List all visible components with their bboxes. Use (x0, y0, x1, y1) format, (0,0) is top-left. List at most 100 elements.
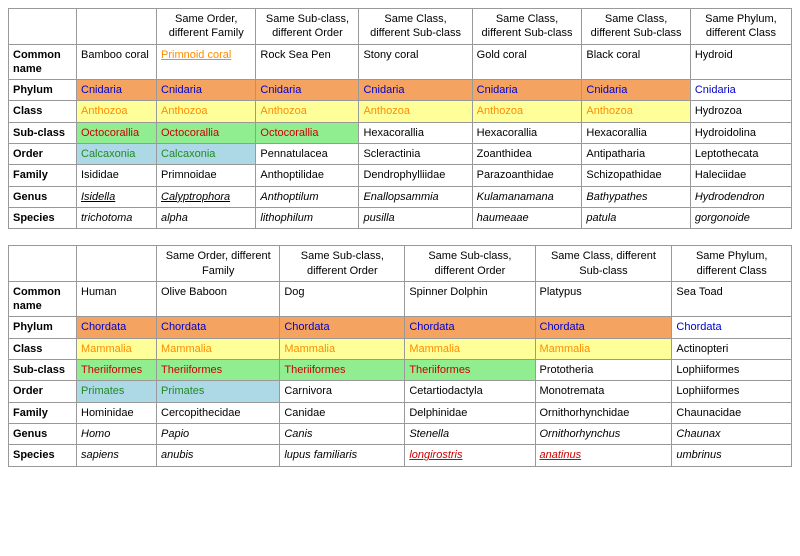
t1-common-4: Gold coral (472, 44, 582, 80)
t2-h5: Same Class, different Sub-class (535, 246, 672, 282)
t1-family-4: Parazoanthidae (472, 165, 582, 186)
t1-subclass-6: Hydroidolina (690, 122, 791, 143)
t2-label-genus: Genus (9, 423, 77, 444)
t2-order-3: Cetartiodactyla (405, 381, 535, 402)
t2-order-0: Primates (77, 381, 157, 402)
t1-subclass-1: Octocorallia (157, 122, 256, 143)
t1-phylum-0: Cnidaria (77, 80, 157, 101)
t2-family-5: Chaunacidae (672, 402, 792, 423)
t2-class-1: Mammalia (157, 338, 280, 359)
t2-family-1: Cercopithecidae (157, 402, 280, 423)
t2-class-5: Actinopteri (672, 338, 792, 359)
t1-phylum-3: Cnidaria (359, 80, 472, 101)
t2-species-3: longirostris (405, 445, 535, 466)
t1-class-4: Anthozoa (472, 101, 582, 122)
t1-family-3: Dendrophylliidae (359, 165, 472, 186)
t2-phylum-0: Chordata (77, 317, 157, 338)
t1-order-2: Pennatulacea (256, 144, 359, 165)
t1-common-0: Bamboo coral (77, 44, 157, 80)
t2-phylum-4: Chordata (535, 317, 672, 338)
t2-subclass-2: Theriiformes (280, 360, 405, 381)
table2-row-species: Species sapiens anubis lupus familiaris … (9, 445, 792, 466)
t1-common-5: Black coral (582, 44, 690, 80)
t1-h2: Same Order, different Family (157, 9, 256, 45)
t1-species-1: alpha (157, 207, 256, 228)
t1-label-phylum: Phylum (9, 80, 77, 101)
t2-common-4: Platypus (535, 281, 672, 317)
table1-header-row: Same Order, different Family Same Sub-cl… (9, 9, 792, 45)
t2-phylum-2: Chordata (280, 317, 405, 338)
t2-class-3: Mammalia (405, 338, 535, 359)
t2-subclass-1: Theriiformes (157, 360, 280, 381)
t2-phylum-3: Chordata (405, 317, 535, 338)
t1-phylum-6: Cnidaria (690, 80, 791, 101)
t2-class-4: Mammalia (535, 338, 672, 359)
t1-class-6: Hydrozoa (690, 101, 791, 122)
table2-row-order: Order Primates Primates Carnivora Cetart… (9, 381, 792, 402)
t2-common-5: Sea Toad (672, 281, 792, 317)
t1-label-subclass: Sub-class (9, 122, 77, 143)
t2-label-order: Order (9, 381, 77, 402)
t1-order-5: Antipatharia (582, 144, 690, 165)
t1-phylum-2: Cnidaria (256, 80, 359, 101)
t2-label-common: Common name (9, 281, 77, 317)
t2-h0 (9, 246, 77, 282)
t1-label-genus: Genus (9, 186, 77, 207)
t2-subclass-0: Theriiformes (77, 360, 157, 381)
t2-common-3: Spinner Dolphin (405, 281, 535, 317)
t1-class-1: Anthozoa (157, 101, 256, 122)
t2-h4: Same Sub-class, different Order (405, 246, 535, 282)
t2-species-1: anubis (157, 445, 280, 466)
t2-label-phylum: Phylum (9, 317, 77, 338)
t1-family-6: Haleciidae (690, 165, 791, 186)
t2-genus-1: Papio (157, 423, 280, 444)
t1-genus-6: Hydrodendron (690, 186, 791, 207)
t1-genus-4: Kulamanamana (472, 186, 582, 207)
t1-label-species: Species (9, 207, 77, 228)
t1-class-3: Anthozoa (359, 101, 472, 122)
t2-label-class: Class (9, 338, 77, 359)
t1-h7: Same Phylum, different Class (690, 9, 791, 45)
t2-species-2: lupus familiaris (280, 445, 405, 466)
t2-common-2: Dog (280, 281, 405, 317)
t1-class-0: Anthozoa (77, 101, 157, 122)
t1-subclass-0: Octocorallia (77, 122, 157, 143)
t1-class-2: Anthozoa (256, 101, 359, 122)
t1-genus-5: Bathypathes (582, 186, 690, 207)
t1-phylum-4: Cnidaria (472, 80, 582, 101)
t2-h3: Same Sub-class, different Order (280, 246, 405, 282)
t1-species-4: haumeaae (472, 207, 582, 228)
table2-row-subclass: Sub-class Theriiformes Theriiformes Ther… (9, 360, 792, 381)
t1-order-1: Calcaxonia (157, 144, 256, 165)
table1-row-family: Family Isididae Primnoidae Anthoptilidae… (9, 165, 792, 186)
table2-row-genus: Genus Homo Papio Canis Stenella Ornithor… (9, 423, 792, 444)
table2-header-row: Same Order, different Family Same Sub-cl… (9, 246, 792, 282)
t1-genus-0: Isidella (77, 186, 157, 207)
t1-common-2: Rock Sea Pen (256, 44, 359, 80)
t1-order-4: Zoanthidea (472, 144, 582, 165)
t2-species-4: anatinus (535, 445, 672, 466)
t1-label-order: Order (9, 144, 77, 165)
t2-common-1: Olive Baboon (157, 281, 280, 317)
t2-h2: Same Order, different Family (157, 246, 280, 282)
t1-genus-1: Calyptrophora (157, 186, 256, 207)
table2-row-common: Common name Human Olive Baboon Dog Spinn… (9, 281, 792, 317)
t1-h1 (77, 9, 157, 45)
table1-row-order: Order Calcaxonia Calcaxonia Pennatulacea… (9, 144, 792, 165)
t1-h4: Same Class, different Sub-class (359, 9, 472, 45)
t1-genus-3: Enallopsammia (359, 186, 472, 207)
t1-subclass-2: Octocorallia (256, 122, 359, 143)
t2-family-2: Canidae (280, 402, 405, 423)
t1-species-2: lithophilum (256, 207, 359, 228)
t2-order-2: Carnivora (280, 381, 405, 402)
t1-family-5: Schizopathidae (582, 165, 690, 186)
table1-row-common: Common name Bamboo coral Primnoid coral … (9, 44, 792, 80)
t1-common-1: Primnoid coral (157, 44, 256, 80)
t1-h0 (9, 9, 77, 45)
t2-common-0: Human (77, 281, 157, 317)
t2-subclass-3: Theriiformes (405, 360, 535, 381)
t1-genus-2: Anthoptilum (256, 186, 359, 207)
t1-family-2: Anthoptilidae (256, 165, 359, 186)
table1: Same Order, different Family Same Sub-cl… (8, 8, 792, 229)
t2-h1 (77, 246, 157, 282)
